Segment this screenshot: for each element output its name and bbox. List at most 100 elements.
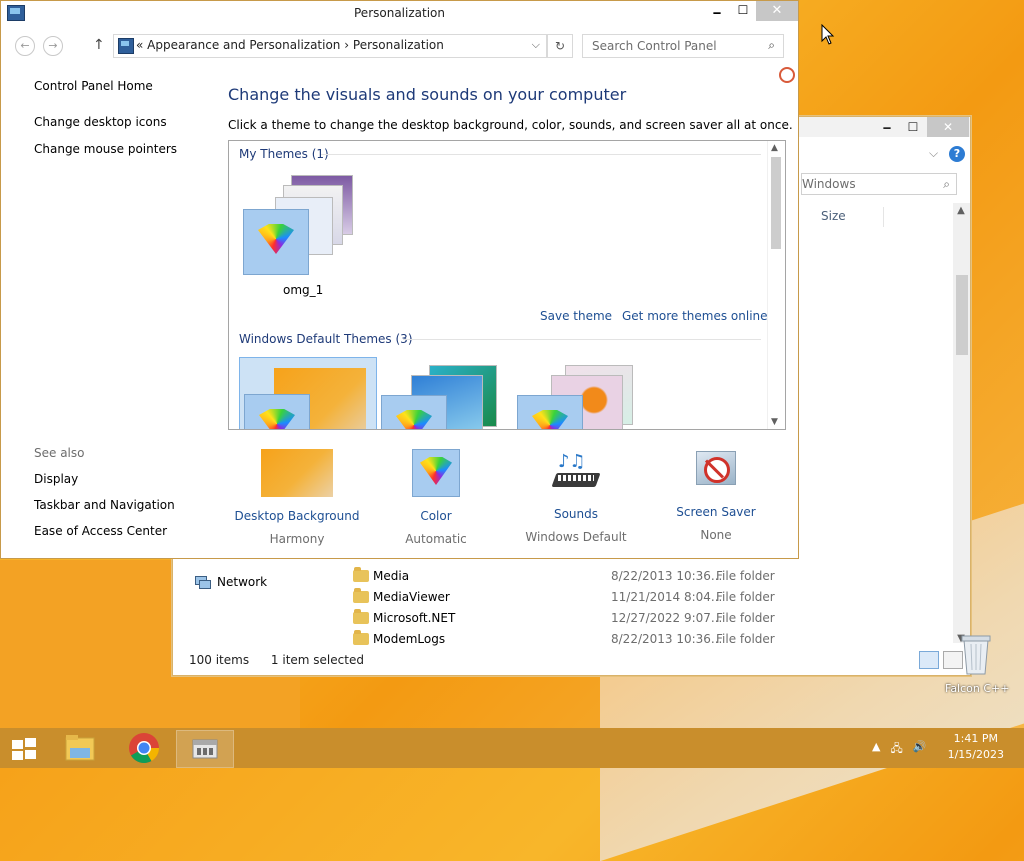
file-row[interactable]: MediaViewer 11/21/2014 8:04... File fold… [353,588,953,609]
forward-button[interactable]: → [43,36,63,56]
explorer-close-button[interactable]: ✕ [927,117,969,137]
group-divider [403,339,761,340]
explorer-search-placeholder: Windows [802,177,856,191]
my-themes-header: My Themes (1) [239,147,329,161]
explorer-search-input[interactable]: Windows ⌕ [801,173,957,195]
recycle-bin-icon[interactable] [958,632,994,676]
breadcrumb-appearance[interactable]: Appearance and Personalization [147,38,340,52]
search-icon[interactable]: ⌕ [768,38,775,53]
color-label: Color [420,509,452,523]
theme-omg-1[interactable]: omg_1 [243,175,363,297]
explorer-minimize-button[interactable]: 🗕 [873,117,901,137]
back-button[interactable]: ← [15,36,35,56]
explorer-scrollbar[interactable] [953,203,970,643]
start-button[interactable] [12,738,38,760]
change-desktop-icons-link[interactable]: Change desktop icons [34,115,177,129]
nav-item-network-label: Network [217,575,268,589]
personalization-titlebar[interactable]: Personalization [1,1,798,25]
search-input[interactable]: Search Control Panel ⌕ [582,34,784,58]
window-title: Personalization [354,6,445,20]
breadcrumb: « Appearance and Personalization › Perso… [136,38,444,52]
scroll-up-icon[interactable]: ▲ [771,143,778,153]
color-icon [517,395,583,429]
breadcrumb-separator[interactable]: › [344,38,349,52]
details-view-icon[interactable] [919,651,939,669]
explorer-scroll-thumb[interactable] [956,275,968,355]
get-more-themes-link[interactable]: Get more themes online [622,309,768,323]
see-also: See also Display Taskbar and Navigation … [34,446,175,550]
column-divider[interactable] [883,207,884,227]
ease-of-access-link[interactable]: Ease of Access Center [34,524,175,538]
clock-time: 1:41 PM [953,732,998,745]
breadcrumb-personalization[interactable]: Personalization [353,38,444,52]
file-row[interactable]: ModemLogs 8/22/2013 10:36... File folder [353,630,953,651]
color-icon [381,395,447,429]
taskbar-navigation-link[interactable]: Taskbar and Navigation [34,498,175,512]
screen-saver-label: Screen Saver [676,505,756,519]
network-icon[interactable]: 🖧 [890,740,902,759]
theme-name: omg_1 [283,283,324,297]
control-panel-taskbar-button[interactable] [176,730,234,768]
minimize-button[interactable]: 🗕 [706,3,728,21]
chrome-taskbar-button[interactable] [116,730,172,766]
help-icon[interactable]: ? [949,146,965,162]
navigation-bar: ← → ↑ « Appearance and Personalization ›… [1,31,798,59]
show-hidden-icons-icon[interactable]: ▲ [872,740,880,759]
file-name: MediaViewer [373,590,450,604]
file-explorer-taskbar-button[interactable] [52,730,108,766]
mouse-cursor-icon [821,24,835,45]
breadcrumb-overflow[interactable]: « [136,38,143,52]
file-name: Media [373,569,410,583]
file-date: 11/21/2014 8:04... [611,590,723,604]
themes-list[interactable]: My Themes (1) omg_1 Save theme Get more … [228,140,786,430]
change-mouse-pointers-link[interactable]: Change mouse pointers [34,142,177,156]
nav-item-network[interactable]: Network [195,575,267,589]
default-themes-header: Windows Default Themes (3) [239,332,413,346]
chevron-down-icon[interactable]: ⌵ [532,38,540,52]
file-row[interactable]: Microsoft.NET 12/27/2022 9:07... File fo… [353,609,953,630]
search-icon[interactable]: ⌕ [943,174,950,194]
control-panel-home-link[interactable]: Control Panel Home [34,79,177,93]
file-name: ModemLogs [373,632,446,646]
sounds-option[interactable]: ♪♫ Sounds Windows Default [501,449,651,544]
file-date: 8/22/2013 10:36... [611,632,723,646]
color-option[interactable]: Color Automatic [361,449,511,546]
scroll-down-icon[interactable]: ▼ [771,417,778,427]
file-list: Media 8/22/2013 10:36... File folder Med… [353,567,953,651]
sounds-label: Sounds [553,507,599,521]
refresh-button[interactable]: ↻ [547,34,573,58]
close-button[interactable]: ✕ [756,1,798,21]
desktop-background-option[interactable]: Desktop Background Harmony [222,449,372,546]
screen-saver-option[interactable]: Screen Saver None [641,449,791,542]
screen-saver-icon [694,449,738,493]
explorer-maximize-button[interactable]: ☐ [899,117,927,137]
color-icon [244,394,310,429]
maximize-button[interactable]: ☐ [732,3,754,21]
file-name: Microsoft.NET [373,611,456,625]
file-date: 8/22/2013 10:36... [611,569,723,583]
clock[interactable]: 1:41 PM 1/15/2023 [948,732,1004,761]
themes-scroll-thumb[interactable] [771,157,781,249]
control-panel-icon [118,38,134,54]
column-header-size[interactable]: Size [821,209,846,223]
page-title: Change the visuals and sounds on your co… [228,85,627,104]
color-icon [412,449,460,497]
volume-icon[interactable]: 🔊 [913,740,927,759]
scroll-up-icon[interactable]: ▲ [954,205,968,216]
theme-windows[interactable] [239,357,377,429]
see-also-header: See also [34,446,85,460]
control-panel-icon [192,739,218,759]
chevron-down-icon[interactable]: ⌵ [929,146,938,161]
up-button[interactable]: ↑ [93,37,105,53]
desktop-background-label: Desktop Background [234,509,360,523]
address-bar[interactable]: « Appearance and Personalization › Perso… [113,34,547,58]
color-value: Automatic [405,532,467,546]
file-row[interactable]: Media 8/22/2013 10:36... File folder [353,567,953,588]
themes-scrollbar[interactable]: ▲ ▼ [767,141,785,429]
display-link[interactable]: Display [34,472,175,486]
help-icon[interactable] [779,67,795,83]
theme-lines-and-colors[interactable] [379,361,509,429]
save-theme-link[interactable]: Save theme [540,309,612,323]
theme-flowers[interactable] [517,361,647,429]
recycle-bin-label: Falcon C++ [945,682,1010,695]
